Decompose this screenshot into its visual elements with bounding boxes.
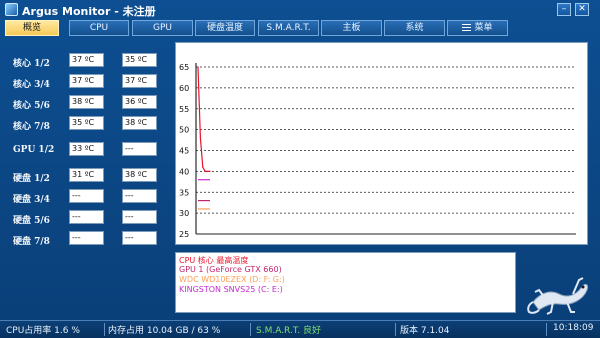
legend-item: WDC WD10EZEX (D: F: G:) (179, 275, 285, 284)
legend-item: KINGSTON SNVS25 (C: E:) (179, 285, 283, 294)
chart-legend: CPU 核心 最高温度 GPU 1 (GeForce GTX 660) WDC … (175, 252, 516, 313)
tab-smart[interactable]: S.M.A.R.T. (258, 20, 319, 36)
sensor-label: 硬盘 7/8 (13, 237, 50, 247)
sensor-label: 核心 1/2 (13, 59, 50, 69)
sensor-value: 33 ºC (69, 142, 104, 156)
sensor-value: --- (69, 231, 104, 245)
chart-point (209, 170, 211, 172)
sensor-value: 36 ºC (122, 95, 157, 109)
status-version: 版本 7.1.04 (400, 326, 450, 336)
sensor-value: 35 ºC (69, 116, 104, 130)
sensor-label: 硬盘 5/6 (13, 216, 50, 226)
chart-y-tick-label: 50 (179, 126, 189, 135)
sensor-value: --- (69, 210, 104, 224)
chart-y-tick-label: 25 (179, 230, 189, 239)
app-icon (5, 3, 18, 16)
sensor-label: 核心 3/4 (13, 80, 50, 90)
menu-icon (462, 24, 472, 31)
status-divider (250, 323, 251, 336)
temperature-chart: 65 60 55 50 45 40 35 30 25 (175, 42, 588, 245)
sensor-value: 31 ºC (69, 168, 104, 182)
chart-y-tick-label: 65 (179, 63, 189, 72)
sensor-value: 38 ºC (69, 95, 104, 109)
legend-item: GPU 1 (GeForce GTX 660) (179, 265, 282, 274)
sensor-value: --- (122, 210, 157, 224)
sensor-value: --- (69, 189, 104, 203)
status-divider (104, 323, 105, 336)
chart-point (197, 66, 199, 68)
status-smart: S.M.A.R.T. 良好 (256, 326, 322, 336)
sensor-value: --- (122, 231, 157, 245)
status-bar: CPU占用率 1.6 % 内存占用 10.04 GB / 63 % S.M.A.… (0, 320, 600, 338)
chart-y-tick-label: 40 (179, 167, 189, 176)
status-memory: 内存占用 10.04 GB / 63 % (108, 326, 221, 336)
gecko-logo-icon (527, 277, 588, 315)
sensor-value: 37 ºC (69, 53, 104, 67)
chart-y-tick-label: 55 (179, 105, 189, 114)
sensor-label: 硬盘 3/4 (13, 195, 50, 205)
minimize-button[interactable]: – (557, 3, 571, 16)
tab-mainboard[interactable]: 主板 (321, 20, 382, 36)
tab-menu[interactable]: 菜单 (447, 20, 508, 36)
sensor-value: 37 ºC (69, 74, 104, 88)
tab-menu-label: 菜单 (474, 23, 493, 33)
sensor-value: --- (122, 142, 157, 156)
sensor-label: 硬盘 1/2 (13, 174, 50, 184)
chart-y-tick-label: 35 (179, 188, 189, 197)
chart-point (199, 137, 201, 139)
sensor-value: 35 ºC (122, 53, 157, 67)
window-title: Argus Monitor - 未注册 (22, 5, 156, 18)
close-button[interactable]: ✕ (575, 3, 589, 16)
tab-overview[interactable]: 概览 (5, 20, 59, 36)
sensor-label: GPU 1/2 (13, 145, 55, 155)
chart-point (207, 170, 209, 172)
chart-series-line (197, 66, 210, 172)
tab-gpu[interactable]: GPU (132, 20, 193, 36)
sensor-value: 38 ºC (122, 168, 157, 182)
chart-point (204, 170, 206, 172)
status-divider (546, 323, 547, 336)
chart-y-tick-label: 30 (179, 209, 189, 218)
status-divider (395, 323, 396, 336)
chart-y-tick-label: 60 (179, 84, 189, 93)
tab-disk-temp[interactable]: 硬盘温度 (195, 20, 255, 36)
title-bar: Argus Monitor - 未注册 – ✕ (0, 0, 600, 20)
sensor-value: --- (122, 189, 157, 203)
tab-system[interactable]: 系统 (384, 20, 445, 36)
status-cpu-usage: CPU占用率 1.6 % (6, 326, 80, 336)
chart-point (202, 166, 204, 168)
temperature-chart-svg: 65 60 55 50 45 40 35 30 25 (179, 63, 576, 239)
app-window: Argus Monitor - 未注册 – ✕ 概览 CPU GPU 硬盘温度 … (0, 0, 600, 338)
sensor-label: 核心 5/6 (13, 101, 50, 111)
sensor-value: 37 ºC (122, 74, 157, 88)
tab-bar: 概览 CPU GPU 硬盘温度 S.M.A.R.T. 主板 系统 菜单 (5, 20, 595, 37)
tab-cpu[interactable]: CPU (69, 20, 129, 36)
chart-y-tick-label: 45 (179, 147, 189, 156)
sensor-value: 38 ºC (122, 116, 157, 130)
status-time: 10:18:09 (553, 323, 594, 333)
sensor-label: 核心 7/8 (13, 122, 50, 132)
